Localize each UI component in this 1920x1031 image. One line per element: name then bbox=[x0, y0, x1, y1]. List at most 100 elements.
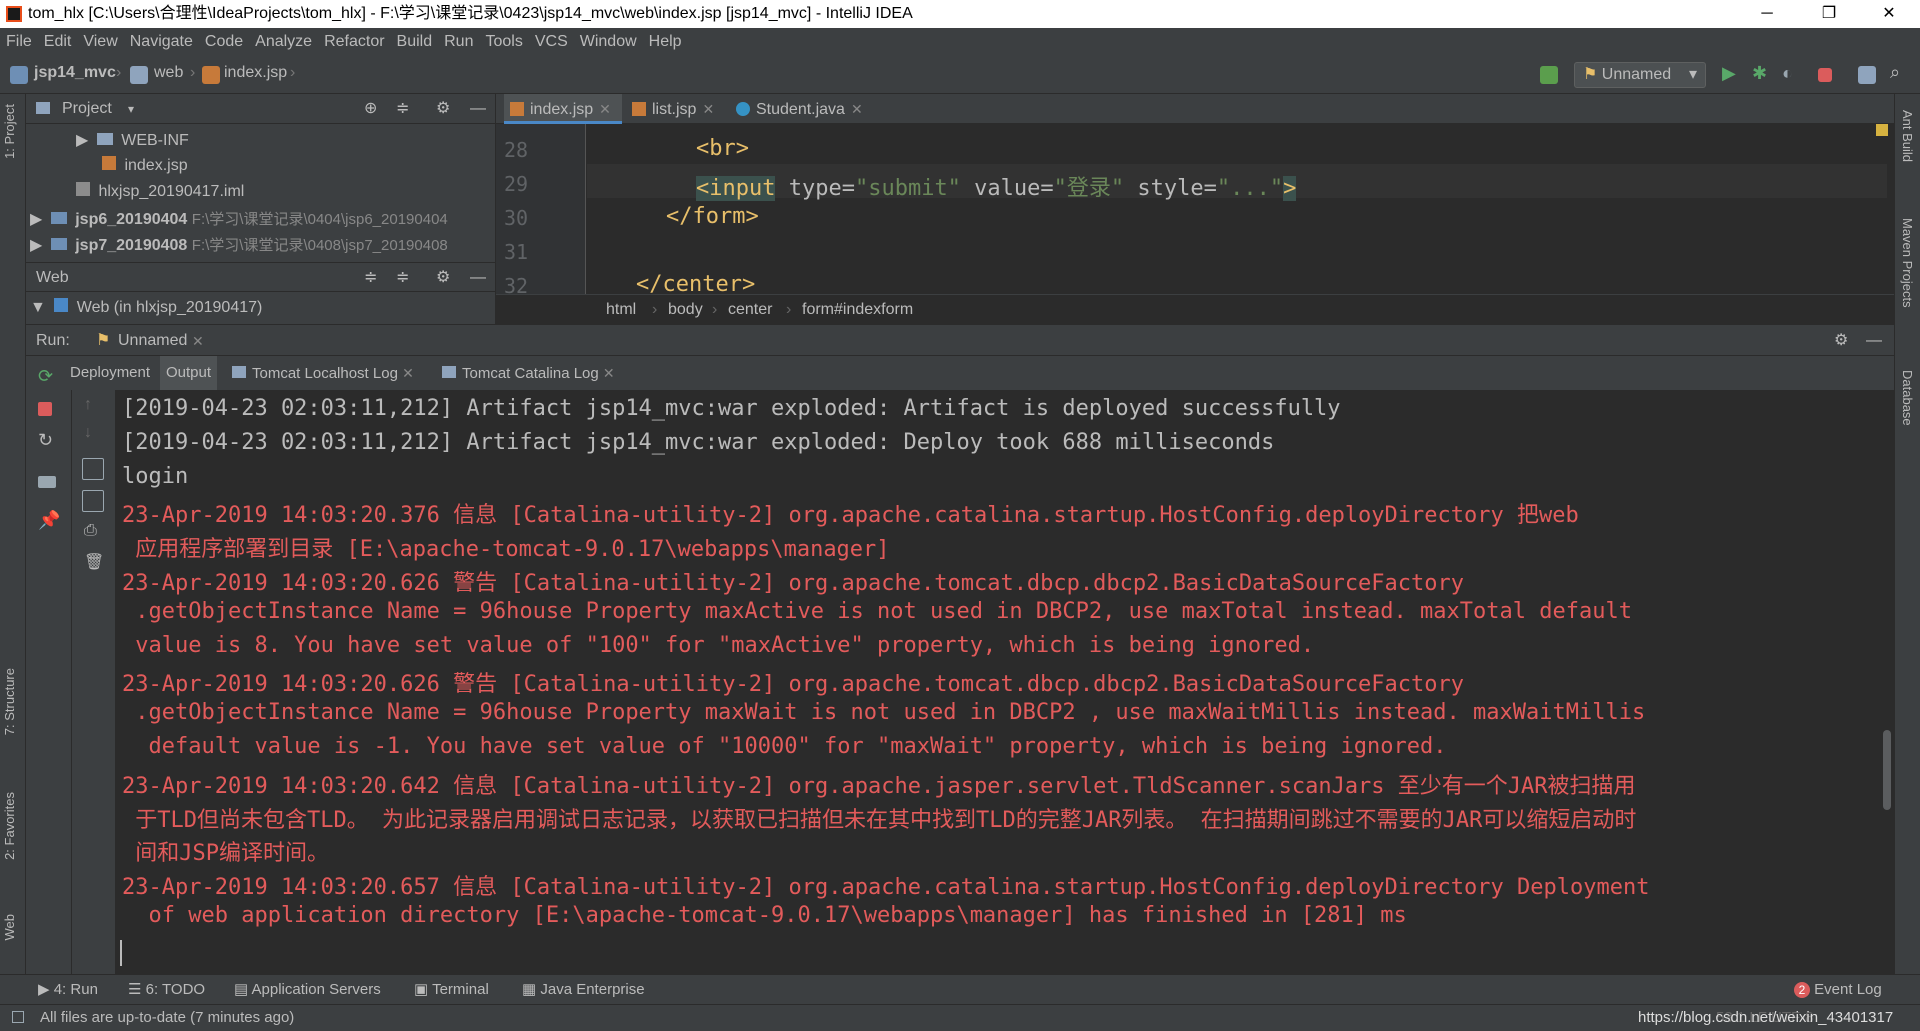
run-config-tab[interactable]: Unnamed bbox=[118, 325, 187, 357]
tree-item-index-jsp[interactable]: index.jsp bbox=[102, 156, 188, 175]
breadcrumb-center[interactable]: center bbox=[728, 295, 772, 325]
expand-arrow-icon[interactable]: ▶ bbox=[30, 237, 42, 254]
expand-arrow-icon[interactable]: ▶ bbox=[30, 211, 42, 228]
close-tab-icon[interactable]: ✕ bbox=[599, 101, 611, 117]
minimize-button[interactable]: ─ bbox=[1744, 0, 1790, 28]
tab-list-jsp[interactable]: list.jsp ✕ bbox=[626, 94, 726, 124]
scrollbar-thumb[interactable] bbox=[1883, 730, 1891, 810]
menu-run[interactable]: Run bbox=[438, 28, 479, 56]
ant-build-tool-tab[interactable]: Ant Build bbox=[1900, 110, 1915, 162]
trash-icon[interactable]: 🗑 bbox=[84, 552, 104, 571]
tab-tomcat-catalina-log[interactable]: Tomcat Catalina Log ✕ bbox=[436, 356, 621, 390]
favorites-tool-tab[interactable]: 2: Favorites bbox=[2, 792, 17, 860]
crumb-web[interactable]: web bbox=[154, 64, 183, 82]
menu-window[interactable]: Window bbox=[574, 28, 643, 56]
run-icon[interactable]: ▶ bbox=[1722, 63, 1740, 83]
gear-icon[interactable]: ⚙ bbox=[436, 263, 450, 293]
close-tab-icon[interactable]: ✕ bbox=[702, 101, 714, 117]
scroll-to-end-icon[interactable] bbox=[82, 490, 104, 512]
arrow-up-icon[interactable]: ↑ bbox=[84, 396, 102, 414]
event-log-button[interactable]: 2 Event Log bbox=[1794, 975, 1882, 1005]
tab-index-jsp[interactable]: index.jsp ✕ bbox=[504, 94, 622, 124]
collapse-icon[interactable]: ≑ bbox=[396, 94, 409, 124]
tree-item-jsp7[interactable]: ▶ jsp7_20190408 F:\学习\课堂记录\0408\jsp7_201… bbox=[30, 234, 448, 255]
tree-item-web-inf[interactable]: ▶ WEB-INF bbox=[76, 130, 189, 150]
menu-code[interactable]: Code bbox=[199, 28, 249, 56]
arrow-down-icon[interactable]: ↓ bbox=[84, 424, 102, 442]
expand-arrow-icon[interactable]: ▶ bbox=[76, 132, 88, 149]
code-editor[interactable]: 28 29 30 31 32 <br> <input type="submit"… bbox=[496, 124, 1894, 294]
close-tab-icon[interactable]: ✕ bbox=[603, 365, 615, 381]
update-icon[interactable]: ↻ bbox=[38, 430, 56, 450]
menu-tools[interactable]: Tools bbox=[479, 28, 528, 56]
tab-student-java[interactable]: Student.java ✕ bbox=[730, 94, 870, 124]
search-icon[interactable]: ⌕ bbox=[1890, 62, 1908, 82]
breadcrumb-form[interactable]: form#indexform bbox=[802, 295, 913, 325]
menu-help[interactable]: Help bbox=[643, 28, 688, 56]
run-tool-button[interactable]: ▶ 4: Run bbox=[38, 975, 98, 1005]
structure-tool-tab[interactable]: 7: Structure bbox=[2, 668, 17, 735]
menu-analyze[interactable]: Analyze bbox=[249, 28, 318, 56]
run-config-dropdown[interactable]: ⚑ Unnamed ▾ bbox=[1574, 62, 1706, 88]
project-structure-icon[interactable] bbox=[1858, 66, 1876, 84]
crumb-project[interactable]: jsp14_mvc bbox=[34, 64, 116, 82]
layout-icon[interactable] bbox=[38, 476, 56, 488]
tab-tomcat-localhost-log[interactable]: Tomcat Localhost Log ✕ bbox=[226, 356, 420, 390]
chevron-down-icon[interactable]: ▾ bbox=[128, 94, 134, 124]
gear-icon[interactable]: ⚙ bbox=[1834, 325, 1848, 357]
print-icon[interactable]: ⎙ bbox=[84, 522, 102, 540]
toggle-panel-icon[interactable] bbox=[12, 1011, 24, 1023]
collapse-icon[interactable]: ≑ bbox=[396, 263, 409, 293]
soft-wrap-icon[interactable] bbox=[82, 458, 104, 480]
close-tab-icon[interactable]: ✕ bbox=[192, 325, 204, 357]
collapse-arrow-icon[interactable]: ▼ bbox=[30, 299, 46, 316]
breadcrumb-html[interactable]: html bbox=[606, 295, 636, 325]
coverage-icon[interactable]: ◐ bbox=[1782, 63, 1800, 83]
tab-deployment[interactable]: Deployment bbox=[64, 356, 156, 390]
expand-all-icon[interactable]: ≑ bbox=[364, 263, 377, 293]
close-button[interactable]: ✕ bbox=[1866, 0, 1912, 28]
tree-item-web-facet[interactable]: ▼ Web (in hlxjsp_20190417) bbox=[30, 298, 262, 317]
gear-icon[interactable]: ⚙ bbox=[436, 94, 450, 124]
close-tab-icon[interactable]: ✕ bbox=[851, 101, 863, 117]
hide-icon[interactable]: — bbox=[1866, 325, 1882, 357]
project-panel-title[interactable]: Project bbox=[62, 94, 112, 124]
database-tool-tab[interactable]: Database bbox=[1900, 370, 1915, 426]
menu-file[interactable]: File bbox=[0, 28, 38, 56]
console-output[interactable]: [2019-04-23 02:03:11,212] Artifact jsp14… bbox=[116, 390, 1880, 974]
menu-view[interactable]: View bbox=[77, 28, 123, 56]
web-panel-title[interactable]: Web bbox=[36, 263, 69, 293]
console-scrollbar[interactable] bbox=[1880, 390, 1894, 974]
menu-build[interactable]: Build bbox=[391, 28, 439, 56]
close-tab-icon[interactable]: ✕ bbox=[402, 365, 414, 381]
stop-icon[interactable] bbox=[38, 402, 52, 416]
terminal-tool-button[interactable]: ▣ Terminal bbox=[414, 975, 489, 1005]
build-hammer-icon[interactable] bbox=[1540, 66, 1558, 84]
stop-icon[interactable] bbox=[1818, 68, 1832, 82]
tree-item-jsp6[interactable]: ▶ jsp6_20190404 F:\学习\课堂记录\0404\jsp6_201… bbox=[30, 208, 448, 229]
maven-projects-tool-tab[interactable]: Maven Projects bbox=[1900, 218, 1915, 308]
hide-icon[interactable]: — bbox=[470, 94, 486, 124]
menu-vcs[interactable]: VCS bbox=[529, 28, 574, 56]
hide-icon[interactable]: — bbox=[470, 263, 486, 293]
breadcrumb-body[interactable]: body bbox=[668, 295, 703, 325]
warning-marker-icon[interactable] bbox=[1876, 124, 1888, 136]
crumb-file[interactable]: index.jsp bbox=[224, 64, 287, 82]
console-line: 间和JSP编译时间。 bbox=[122, 841, 329, 867]
pin-icon[interactable]: 📌 bbox=[38, 510, 60, 530]
rerun-icon[interactable]: ⟳ bbox=[38, 366, 56, 386]
console-line: [2019-04-23 02:03:11,212] Artifact jsp14… bbox=[122, 396, 1341, 421]
todo-tool-button[interactable]: ☰ 6: TODO bbox=[128, 975, 205, 1005]
tree-item-iml[interactable]: hlxjsp_20190417.iml bbox=[76, 182, 244, 201]
project-tool-tab[interactable]: 1: Project bbox=[2, 104, 17, 159]
tab-output[interactable]: Output bbox=[160, 356, 218, 390]
restore-button[interactable]: ❐ bbox=[1806, 0, 1852, 28]
app-servers-tool-button[interactable]: ▤ Application Servers bbox=[234, 975, 381, 1005]
web-tool-tab[interactable]: Web bbox=[2, 914, 17, 941]
locate-icon[interactable]: ⊕ bbox=[364, 94, 377, 124]
menu-refactor[interactable]: Refactor bbox=[318, 28, 390, 56]
menu-edit[interactable]: Edit bbox=[38, 28, 78, 56]
debug-icon[interactable]: ✱ bbox=[1752, 63, 1770, 83]
java-enterprise-tool-button[interactable]: ▦ Java Enterprise bbox=[522, 975, 645, 1005]
menu-navigate[interactable]: Navigate bbox=[124, 28, 199, 56]
